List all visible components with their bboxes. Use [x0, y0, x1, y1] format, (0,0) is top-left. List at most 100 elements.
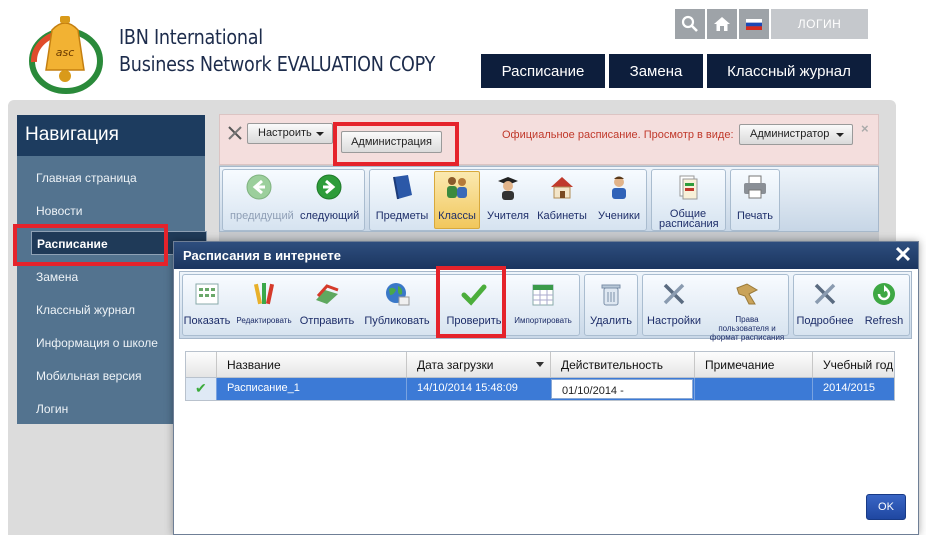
- brand-line-1: IBN International: [119, 25, 263, 49]
- classes-label: Классы: [438, 210, 476, 222]
- delete-label: Удалить: [590, 315, 632, 327]
- send-label: Отправить: [299, 315, 355, 327]
- details-button[interactable]: Подробнее: [794, 280, 856, 327]
- header-upload-date[interactable]: Дата загрузки: [406, 352, 550, 377]
- row-school-year: 2014/2015: [812, 378, 894, 400]
- print-label: Печать: [736, 210, 774, 222]
- subjects-button[interactable]: Предметы: [373, 173, 431, 222]
- printer-icon: [744, 175, 766, 199]
- next-button[interactable]: следующий: [300, 173, 360, 222]
- teachers-button[interactable]: Учителя: [479, 173, 537, 222]
- top-utility-bar: ЛОГИН: [675, 9, 868, 39]
- bell-logo-icon: asc: [29, 16, 103, 94]
- row-check-icon[interactable]: ✔: [186, 378, 216, 400]
- import-button[interactable]: Импортировать: [509, 280, 577, 325]
- user-rights-label-3: формат расписания: [709, 333, 785, 342]
- main-nav-class-journal[interactable]: Классный журнал: [707, 54, 871, 88]
- user-rights-button[interactable]: Права пользователя и формат расписания: [708, 280, 786, 342]
- table-row[interactable]: ✔ Расписание_1 14/10/2014 15:48:09 01/10…: [186, 378, 894, 400]
- brand-title: IBN International Business Network EVALU…: [119, 24, 435, 78]
- common-schedules-button[interactable]: Общие расписания: [659, 173, 719, 230]
- import-icon: [532, 284, 554, 306]
- student-icon: [612, 176, 626, 199]
- settings-button[interactable]: Настройки: [644, 280, 704, 327]
- sidebar-item-home[interactable]: Главная страница: [36, 171, 137, 185]
- row-upload-date: 14/10/2014 15:48:09: [406, 378, 550, 400]
- login-button[interactable]: ЛОГИН: [771, 9, 868, 39]
- tools-icon: [228, 126, 242, 140]
- group-icon: [447, 177, 467, 198]
- header-school-year[interactable]: Учебный год: [812, 352, 894, 377]
- dialog-title: Расписания в интернете: [174, 242, 918, 269]
- house-icon: [551, 177, 573, 199]
- highlight-administration: [333, 122, 459, 166]
- sort-desc-icon: [536, 362, 544, 367]
- main-nav-substitution[interactable]: Замена: [609, 54, 703, 88]
- highlight-check-button: [436, 266, 506, 338]
- header-name[interactable]: Название: [216, 352, 406, 377]
- refresh-icon: [873, 283, 895, 305]
- view-as-dropdown[interactable]: Администратор: [739, 124, 853, 145]
- pencils-icon: [253, 283, 275, 305]
- rooms-button[interactable]: Кабинеты: [533, 173, 591, 222]
- header-upload-date-label: Дата загрузки: [417, 358, 494, 372]
- students-label: Ученики: [597, 210, 640, 222]
- prev-label: предидущий: [230, 210, 294, 222]
- import-label: Импортировать: [514, 316, 572, 325]
- flag-icon[interactable]: [739, 9, 769, 39]
- svg-text:asc: asc: [56, 46, 75, 59]
- send-button[interactable]: Отправить: [296, 280, 358, 327]
- edit-button[interactable]: Редактировать: [235, 280, 293, 325]
- dialog-toolbar: Показать Редактировать Отправить Публико…: [179, 271, 912, 342]
- row-validity-field[interactable]: 01/10/2014 -: [551, 379, 693, 399]
- book-icon: [393, 175, 412, 200]
- grid-view-icon: [195, 283, 219, 305]
- globe-icon: [386, 283, 410, 306]
- tools-icon: [814, 283, 836, 305]
- header-check-column: [186, 352, 216, 377]
- home-icon[interactable]: [707, 9, 737, 39]
- dialog-close-icon[interactable]: ✕: [892, 244, 914, 266]
- delete-button[interactable]: Удалить: [584, 280, 638, 327]
- search-icon[interactable]: [675, 9, 705, 39]
- edit-label: Редактировать: [236, 316, 292, 325]
- sidebar-item-class-journal[interactable]: Классный журнал: [36, 303, 135, 317]
- show-label: Показать: [183, 315, 231, 327]
- sidebar-item-login[interactable]: Логин: [36, 402, 68, 416]
- admin-bar-close-icon[interactable]: ×: [861, 121, 869, 136]
- schedules-icon: [679, 175, 698, 200]
- common-schedules-label-2: расписания: [659, 218, 719, 230]
- refresh-label: Refresh: [864, 315, 904, 327]
- configure-dropdown[interactable]: Настроить: [247, 123, 333, 144]
- header-note[interactable]: Примечание: [694, 352, 812, 377]
- header-validity[interactable]: Действительность: [550, 352, 694, 377]
- teachers-label: Учителя: [487, 210, 529, 222]
- subjects-label: Предметы: [375, 210, 429, 222]
- refresh-button[interactable]: Refresh: [860, 280, 908, 327]
- sidebar-item-school-info[interactable]: Информация о школе: [36, 336, 158, 350]
- wrench-icon: [663, 283, 685, 305]
- sidebar-item-substitution[interactable]: Замена: [36, 270, 78, 284]
- brand-line-2: Business Network EVALUATION COPY: [119, 52, 436, 76]
- main-nav: Расписание Замена Классный журнал: [481, 54, 871, 88]
- classes-button[interactable]: Классы: [428, 173, 486, 222]
- students-button[interactable]: Ученики: [590, 173, 648, 222]
- web-schedules-dialog: Расписания в интернете ✕ Показать Редакт…: [173, 241, 919, 535]
- ok-button[interactable]: OK: [866, 494, 906, 520]
- publish-label: Публиковать: [364, 315, 430, 327]
- sidebar-item-mobile[interactable]: Мобильная версия: [36, 369, 142, 383]
- send-icon: [316, 284, 339, 304]
- settings-label: Настройки: [647, 315, 701, 327]
- keys-tools-icon: [736, 283, 759, 305]
- user-rights-label-2: пользователя и: [718, 324, 776, 333]
- publish-button[interactable]: Публиковать: [362, 280, 432, 327]
- user-rights-label-1: Права: [735, 315, 759, 324]
- show-button[interactable]: Показать: [183, 280, 231, 327]
- row-note: [694, 378, 812, 400]
- print-button[interactable]: Печать: [726, 173, 784, 222]
- prev-button[interactable]: предидущий: [230, 173, 294, 222]
- schedules-table: Название Дата загрузки Действительность …: [185, 351, 895, 401]
- main-nav-schedule[interactable]: Расписание: [481, 54, 605, 88]
- sidebar-item-news[interactable]: Новости: [36, 204, 82, 218]
- next-label: следующий: [300, 210, 360, 222]
